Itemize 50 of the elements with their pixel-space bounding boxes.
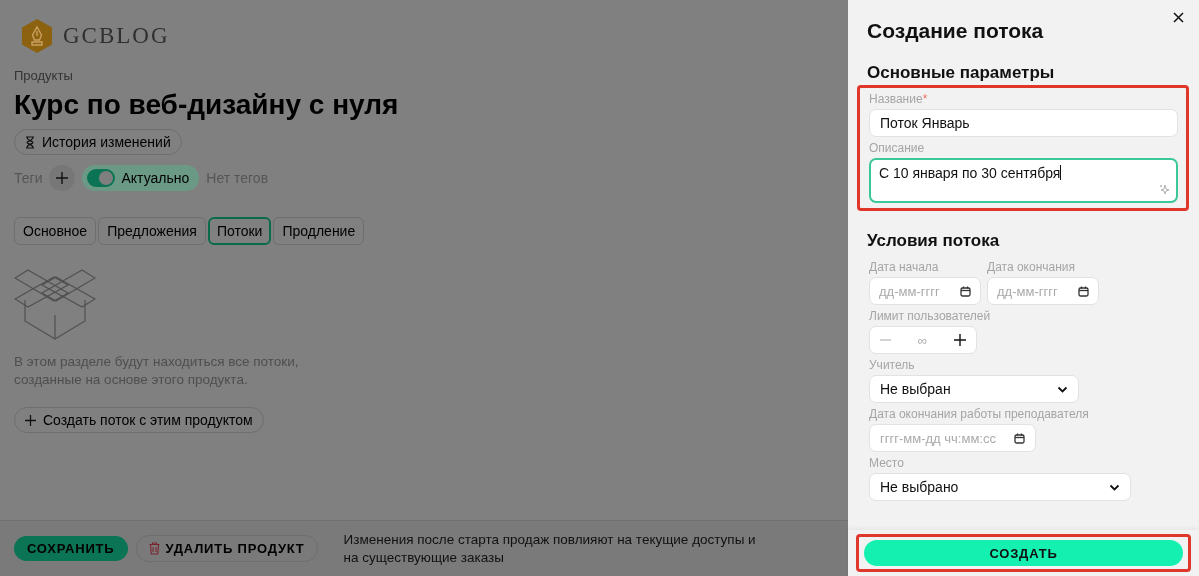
- tab[interactable]: Основное: [14, 217, 97, 245]
- calendar-icon: [1014, 432, 1025, 444]
- description-text: С 10 января по 30 сентября: [879, 165, 1061, 181]
- breadcrumb-link[interactable]: Продукты: [14, 68, 73, 83]
- field-label: Место: [869, 456, 905, 470]
- select-value: Не выбран: [880, 381, 951, 397]
- add-tag-button[interactable]: [49, 165, 76, 191]
- field-label: Название*: [869, 92, 929, 106]
- section-heading: Основные параметры: [867, 63, 1056, 83]
- select-dropdown[interactable]: Не выбран: [869, 375, 1079, 403]
- chevron-down-icon: [1109, 483, 1120, 491]
- field-label: Лимит пользователей: [869, 309, 992, 323]
- select-value: Не выбрано: [880, 479, 959, 495]
- footer-note: Изменения после старта продаж повлияют на текущие доступы и на существующие заказы: [343, 530, 757, 567]
- plus-icon: [25, 414, 36, 426]
- chevron-down-icon: [1057, 385, 1068, 393]
- close-button[interactable]: [1171, 10, 1186, 25]
- create-button[interactable]: СОЗДАТЬ: [864, 540, 1183, 566]
- hourglass-icon: [25, 135, 35, 149]
- date-placeholder: дд-мм-гггг: [997, 283, 1058, 299]
- date-placeholder: дд-мм-гггг: [879, 283, 940, 299]
- tab[interactable]: Предложения: [98, 217, 206, 245]
- field-label: Описание: [869, 141, 926, 155]
- description-field[interactable]: С 10 января по 30 сентября: [869, 158, 1178, 203]
- empty-box-icon: [14, 269, 96, 341]
- tab[interactable]: Потоки: [207, 217, 272, 245]
- page-title: Курс по веб-дизайну с нуля: [14, 89, 399, 121]
- plus-icon: [56, 172, 69, 184]
- calendar-icon: [960, 285, 971, 297]
- tab[interactable]: Продление: [273, 217, 365, 245]
- field-label: Дата окончания работы преподавателя: [869, 407, 1090, 421]
- drawer-title: Создание потока: [867, 19, 1044, 43]
- datetime-placeholder: гггг-мм-дд чч:мм:сс: [880, 430, 996, 446]
- logo-text: GCBLOG: [63, 23, 170, 49]
- section-heading: Условия потока: [867, 231, 1001, 251]
- field-label: Дата окончания: [987, 260, 1077, 274]
- close-icon: [1173, 12, 1184, 23]
- name-field[interactable]: Поток Январь: [869, 109, 1178, 137]
- logo-icon: [20, 18, 54, 54]
- select-dropdown[interactable]: Не выбрано: [869, 473, 1131, 501]
- field-label: Дата начала: [869, 260, 940, 274]
- plus-icon[interactable]: [954, 334, 966, 346]
- save-button[interactable]: СОХРАНИТЬ: [14, 536, 128, 561]
- trash-icon: [148, 542, 160, 555]
- sparkle-icon: [1159, 184, 1170, 195]
- field-label: Учитель: [869, 358, 916, 372]
- delete-button[interactable]: УДАЛИТЬ ПРОДУКТ: [135, 535, 318, 562]
- status-toggle[interactable]: Актуально: [82, 165, 200, 191]
- calendar-icon: [1078, 285, 1089, 297]
- limit-value: ∞: [917, 332, 928, 348]
